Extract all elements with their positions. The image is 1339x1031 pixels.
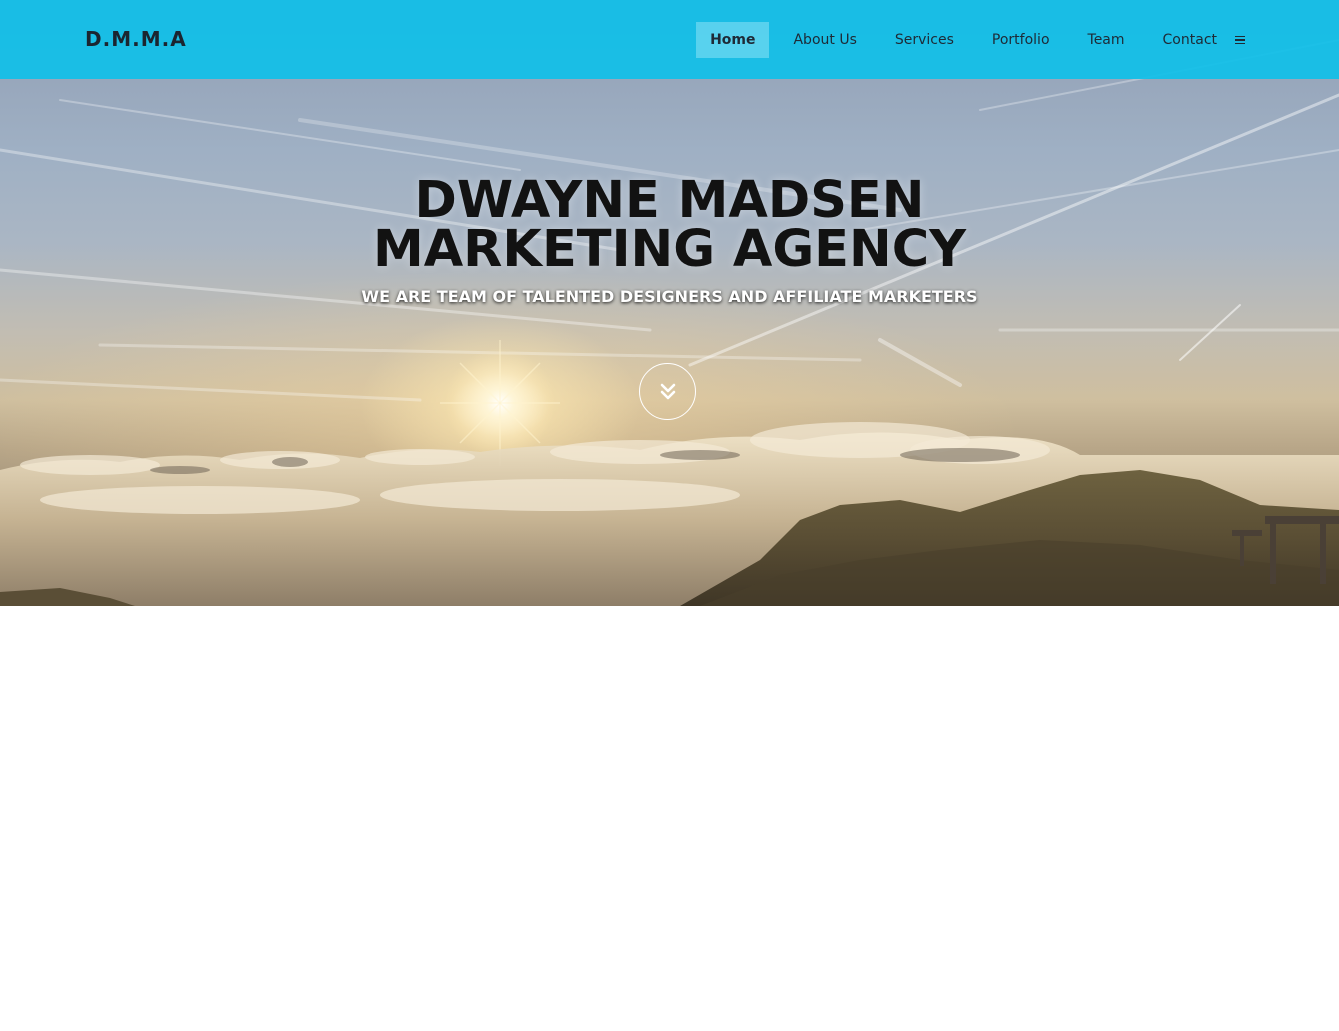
main-nav: Home About Us Services Portfolio Team Co… (686, 22, 1339, 58)
top-navbar: D.M.M.A Home About Us Services Portfolio… (0, 0, 1339, 79)
double-chevron-down-icon (660, 383, 675, 399)
nav-item-about-us[interactable]: About Us (779, 22, 870, 58)
brand-logo[interactable]: D.M.M.A (85, 27, 187, 51)
nav-item-portfolio[interactable]: Portfolio (978, 22, 1064, 58)
hero-title-line-2: MARKETING AGENCY (372, 220, 967, 279)
hero-subtitle: WE ARE TEAM OF TALENTED DESIGNERS AND AF… (361, 287, 978, 306)
hero-title-line-1: DWAYNE MADSEN (414, 171, 925, 230)
nav-item-contact[interactable]: Contact (1149, 22, 1231, 58)
nav-item-home[interactable]: Home (696, 22, 770, 58)
hamburger-icon[interactable] (1235, 22, 1249, 58)
nav-item-team[interactable]: Team (1074, 22, 1139, 58)
nav-item-services[interactable]: Services (881, 22, 968, 58)
hero-title: DWAYNE MADSEN MARKETING AGENCY (0, 171, 1339, 279)
scroll-down-button[interactable] (639, 363, 696, 420)
